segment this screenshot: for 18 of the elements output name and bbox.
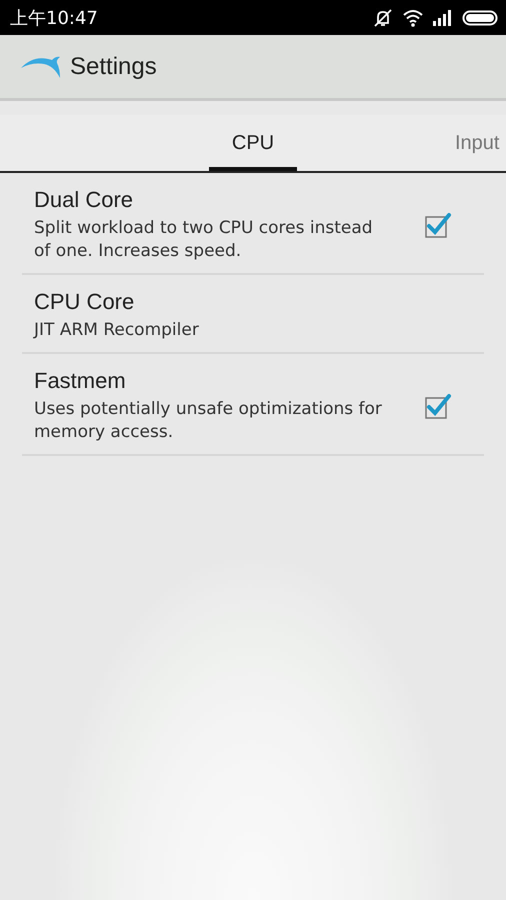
- setting-title: Fastmem: [34, 368, 127, 394]
- setting-row[interactable]: Fastmem Uses potentially unsafe optimizations for memory access.: [22, 354, 484, 456]
- signal-icon: [432, 10, 454, 26]
- muted-bell-icon: [372, 8, 394, 28]
- status-time: 上午10:47: [10, 6, 98, 30]
- tab[interactable]: Input: [455, 132, 500, 171]
- wifi-icon: [402, 8, 424, 26]
- setting-row[interactable]: CPU Core JIT ARM Recompiler: [22, 275, 484, 354]
- app-title: Settings: [70, 52, 157, 80]
- setting-summary: Split workload to two CPU cores instead of one. Increases speed.: [34, 217, 374, 263]
- setting-title: CPU Core: [34, 289, 136, 315]
- checkbox[interactable]: [424, 212, 452, 238]
- setting-row[interactable]: Dual Core Split workload to two CPU cores instead of one. Increases speed.: [22, 173, 484, 275]
- setting-title: Dual Core: [34, 187, 134, 213]
- setting-summary: JIT ARM Recompiler: [34, 319, 200, 342]
- setting-summary: Uses potentially unsafe optimizations for memory access.: [34, 398, 383, 444]
- battery-icon: [462, 10, 498, 26]
- checkbox[interactable]: [424, 393, 452, 419]
